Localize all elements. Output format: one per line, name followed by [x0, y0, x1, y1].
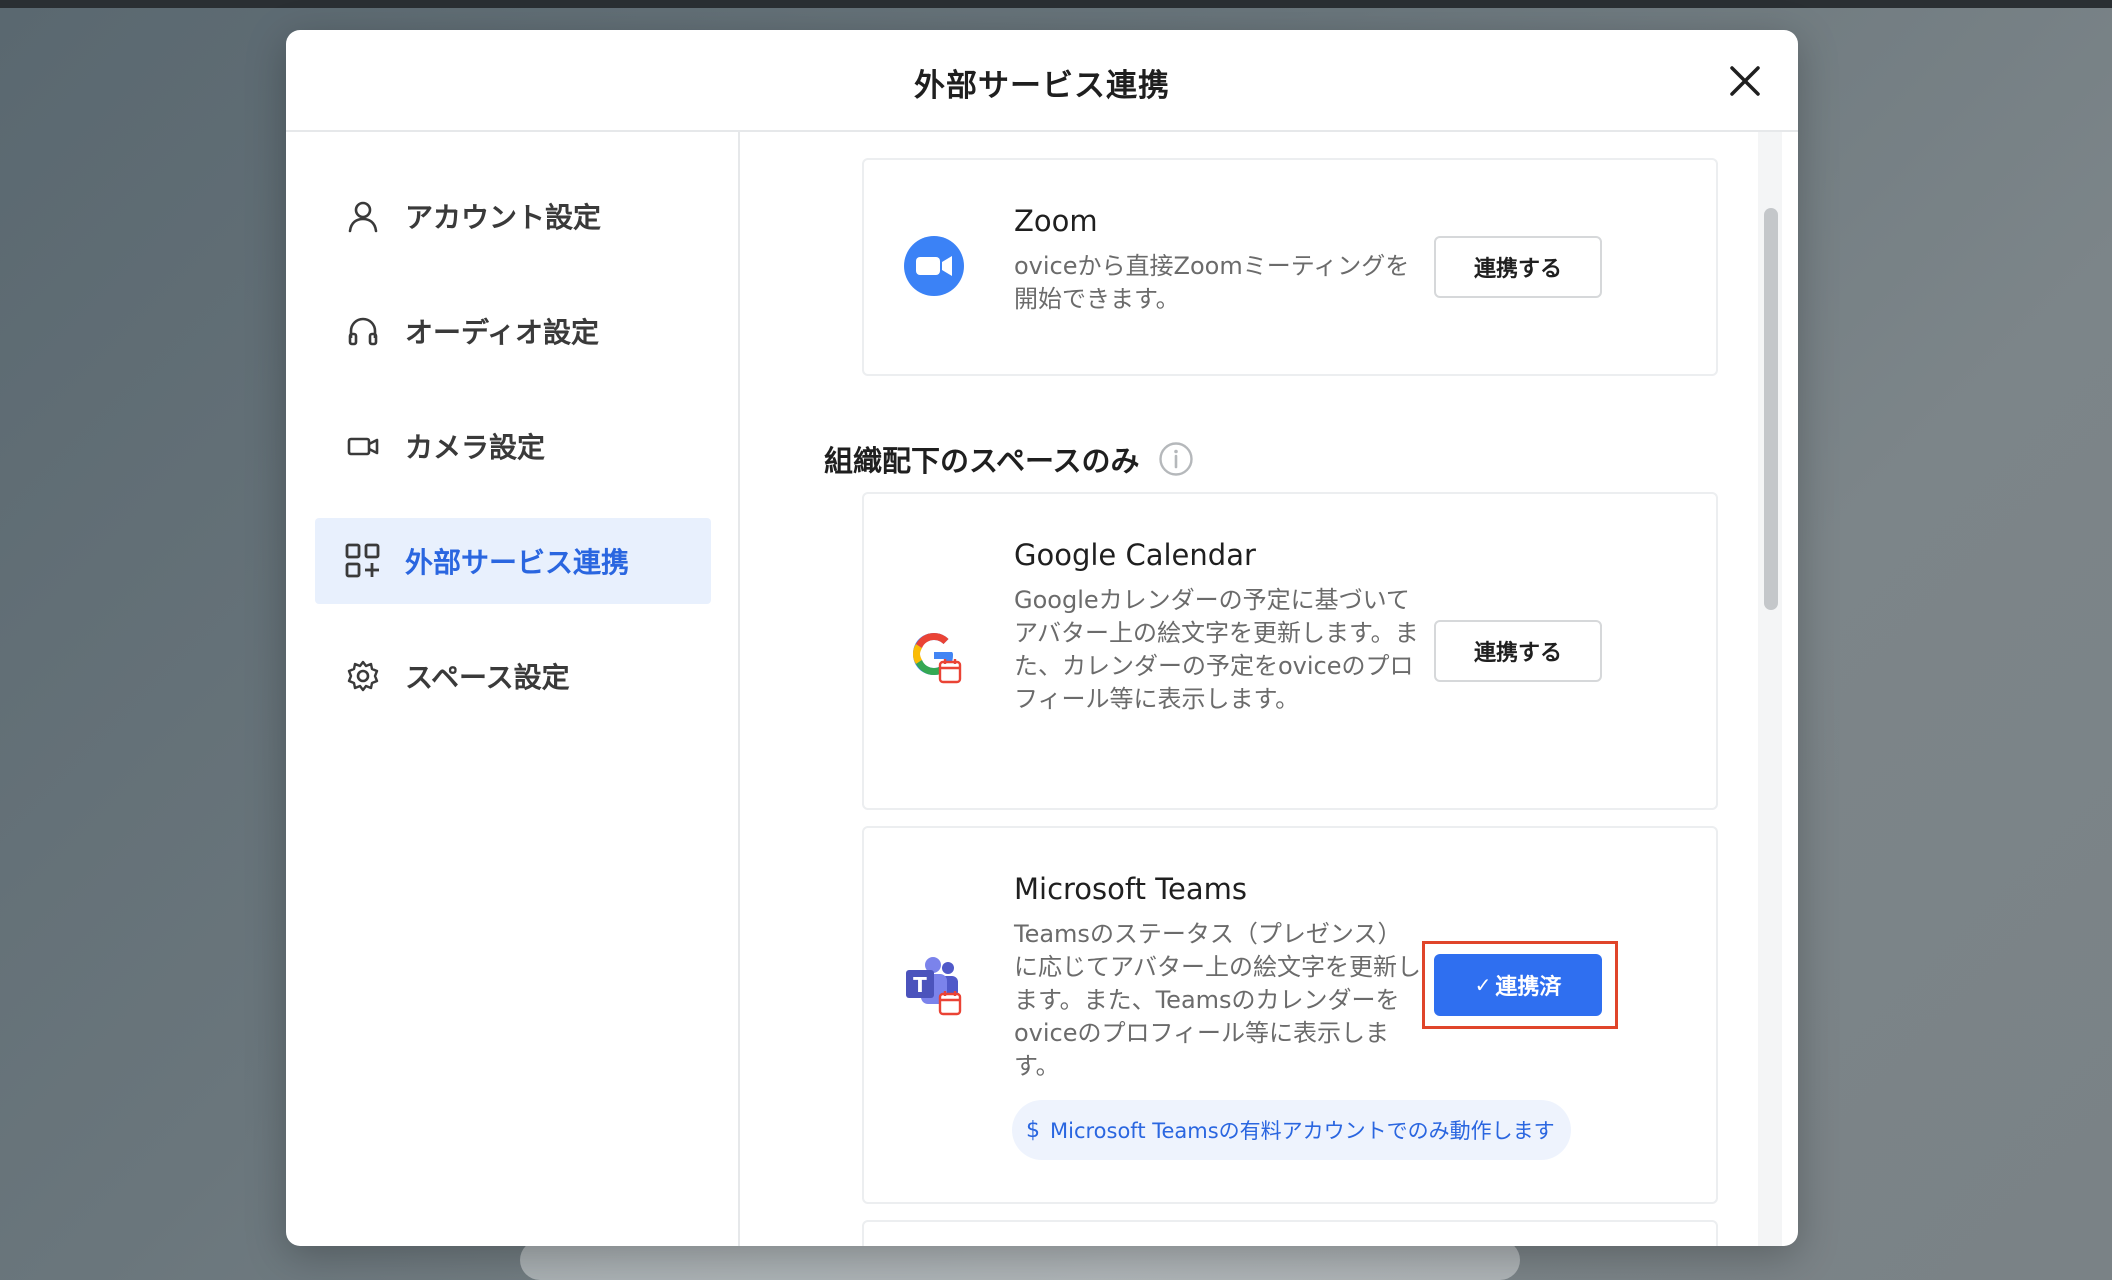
sidebar-item-camera[interactable]: カメラ設定: [315, 403, 711, 489]
window-top-bar: [0, 0, 2112, 8]
sidebar-item-audio[interactable]: オーディオ設定: [315, 288, 711, 374]
google-calendar-card: Google Calendar Googleカレンダーの予定に基づいてアバター上…: [862, 492, 1718, 810]
paid-account-note: $ Microsoft Teamsの有料アカウントでのみ動作します: [1012, 1100, 1571, 1160]
check-icon: ✓: [1475, 973, 1492, 997]
headphones-icon: [343, 311, 383, 351]
zoom-icon: [902, 234, 966, 298]
linked-button[interactable]: ✓ 連携済: [1434, 954, 1602, 1016]
service-name: Microsoft Teams: [1014, 872, 1247, 906]
section-title-text: 組織配下のスペースのみ: [824, 438, 1140, 480]
sidebar-item-label: カメラ設定: [405, 426, 545, 466]
modal-header: 外部サービス連携: [286, 30, 1798, 132]
microsoft-teams-icon: T: [902, 954, 966, 1018]
sidebar-item-integrations[interactable]: 外部サービス連携: [315, 518, 711, 604]
camera-icon: [343, 426, 383, 466]
background-app-hint: [520, 1240, 1520, 1280]
integrations-content: Zoom oviceから直接Zoomミーティングを開始できます。 連携する 組織…: [742, 132, 1798, 1246]
section-title: 組織配下のスペースのみ: [824, 438, 1194, 480]
service-description: oviceから直接Zoomミーティングを開始できます。: [1014, 250, 1422, 316]
info-icon[interactable]: [1158, 441, 1194, 477]
modal-title: 外部サービス連携: [286, 60, 1798, 105]
sidebar-item-label: オーディオ設定: [405, 311, 599, 351]
zoom-card: Zoom oviceから直接Zoomミーティングを開始できます。 連携する: [862, 158, 1718, 376]
settings-modal: 外部サービス連携 アカウント設定 オーディオ設定 カメラ設定: [286, 30, 1798, 1246]
next-service-card: [862, 1220, 1718, 1246]
service-name: Zoom: [1014, 204, 1098, 238]
user-icon: [343, 196, 383, 236]
sidebar-item-label: 外部サービス連携: [405, 541, 629, 581]
svg-text:T: T: [913, 973, 927, 997]
scrollbar-thumb[interactable]: [1764, 208, 1778, 610]
sidebar-item-space[interactable]: スペース設定: [315, 633, 711, 719]
sidebar-item-account[interactable]: アカウント設定: [315, 173, 711, 259]
connect-button[interactable]: 連携する: [1434, 620, 1602, 682]
close-button[interactable]: [1722, 58, 1768, 104]
service-description: Googleカレンダーの予定に基づいてアバター上の絵文字を更新します。また、カレ…: [1014, 584, 1422, 716]
connect-button[interactable]: 連携する: [1434, 236, 1602, 298]
paid-account-note-text: Microsoft Teamsの有料アカウントでのみ動作します: [1050, 1115, 1555, 1145]
google-calendar-icon: [902, 622, 966, 686]
service-description: Teamsのステータス（プレゼンス）に応じてアバター上の絵文字を更新します。また…: [1014, 918, 1422, 1083]
apps-add-icon: [343, 541, 383, 581]
gear-icon: [343, 656, 383, 696]
linked-button-label: 連携済: [1495, 969, 1561, 1001]
sidebar-item-label: アカウント設定: [405, 196, 601, 236]
microsoft-teams-card: T Microsoft Teams Teamsのステータス（プレゼンス）に応じて…: [862, 826, 1718, 1204]
close-icon: [1722, 58, 1768, 104]
settings-sidebar: アカウント設定 オーディオ設定 カメラ設定 外部サービス連携 スペース設定: [286, 132, 740, 1246]
service-name: Google Calendar: [1014, 538, 1256, 572]
sidebar-item-label: スペース設定: [405, 656, 570, 696]
dollar-icon: $: [1026, 1118, 1040, 1143]
